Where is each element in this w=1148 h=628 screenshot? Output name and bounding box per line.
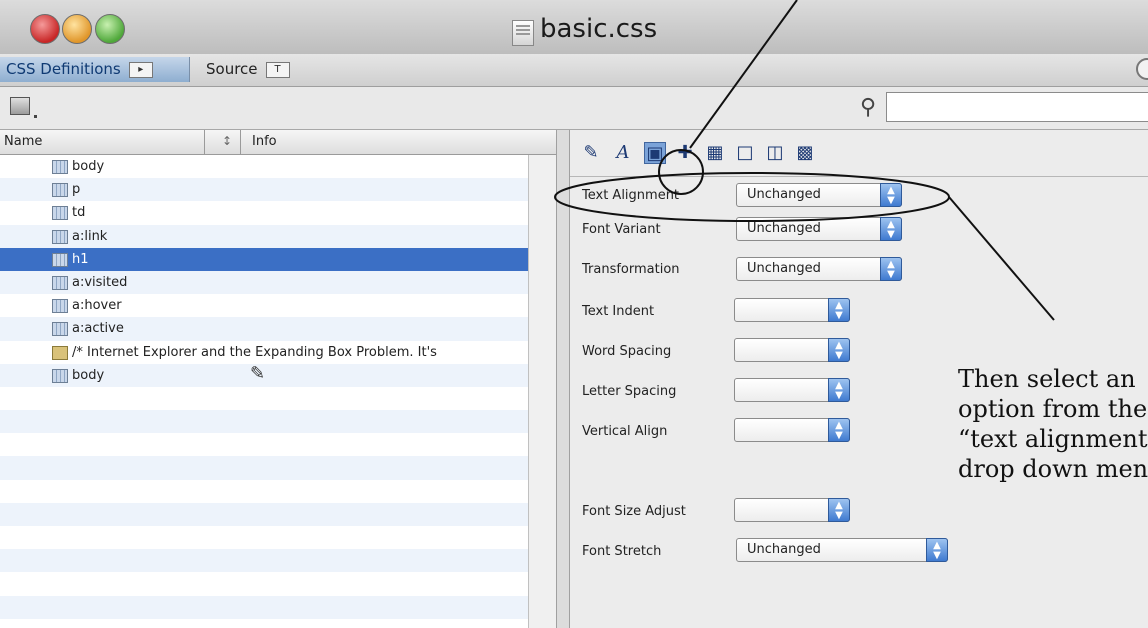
highlight-circle xyxy=(658,149,704,195)
pointer-line-callout xyxy=(948,196,1055,321)
callout-text: Then select an option from the “text ali… xyxy=(958,365,1148,483)
highlight-ellipse xyxy=(554,172,950,222)
pointer-line-toolbar xyxy=(689,0,798,149)
annotation-overlay xyxy=(554,0,1055,321)
